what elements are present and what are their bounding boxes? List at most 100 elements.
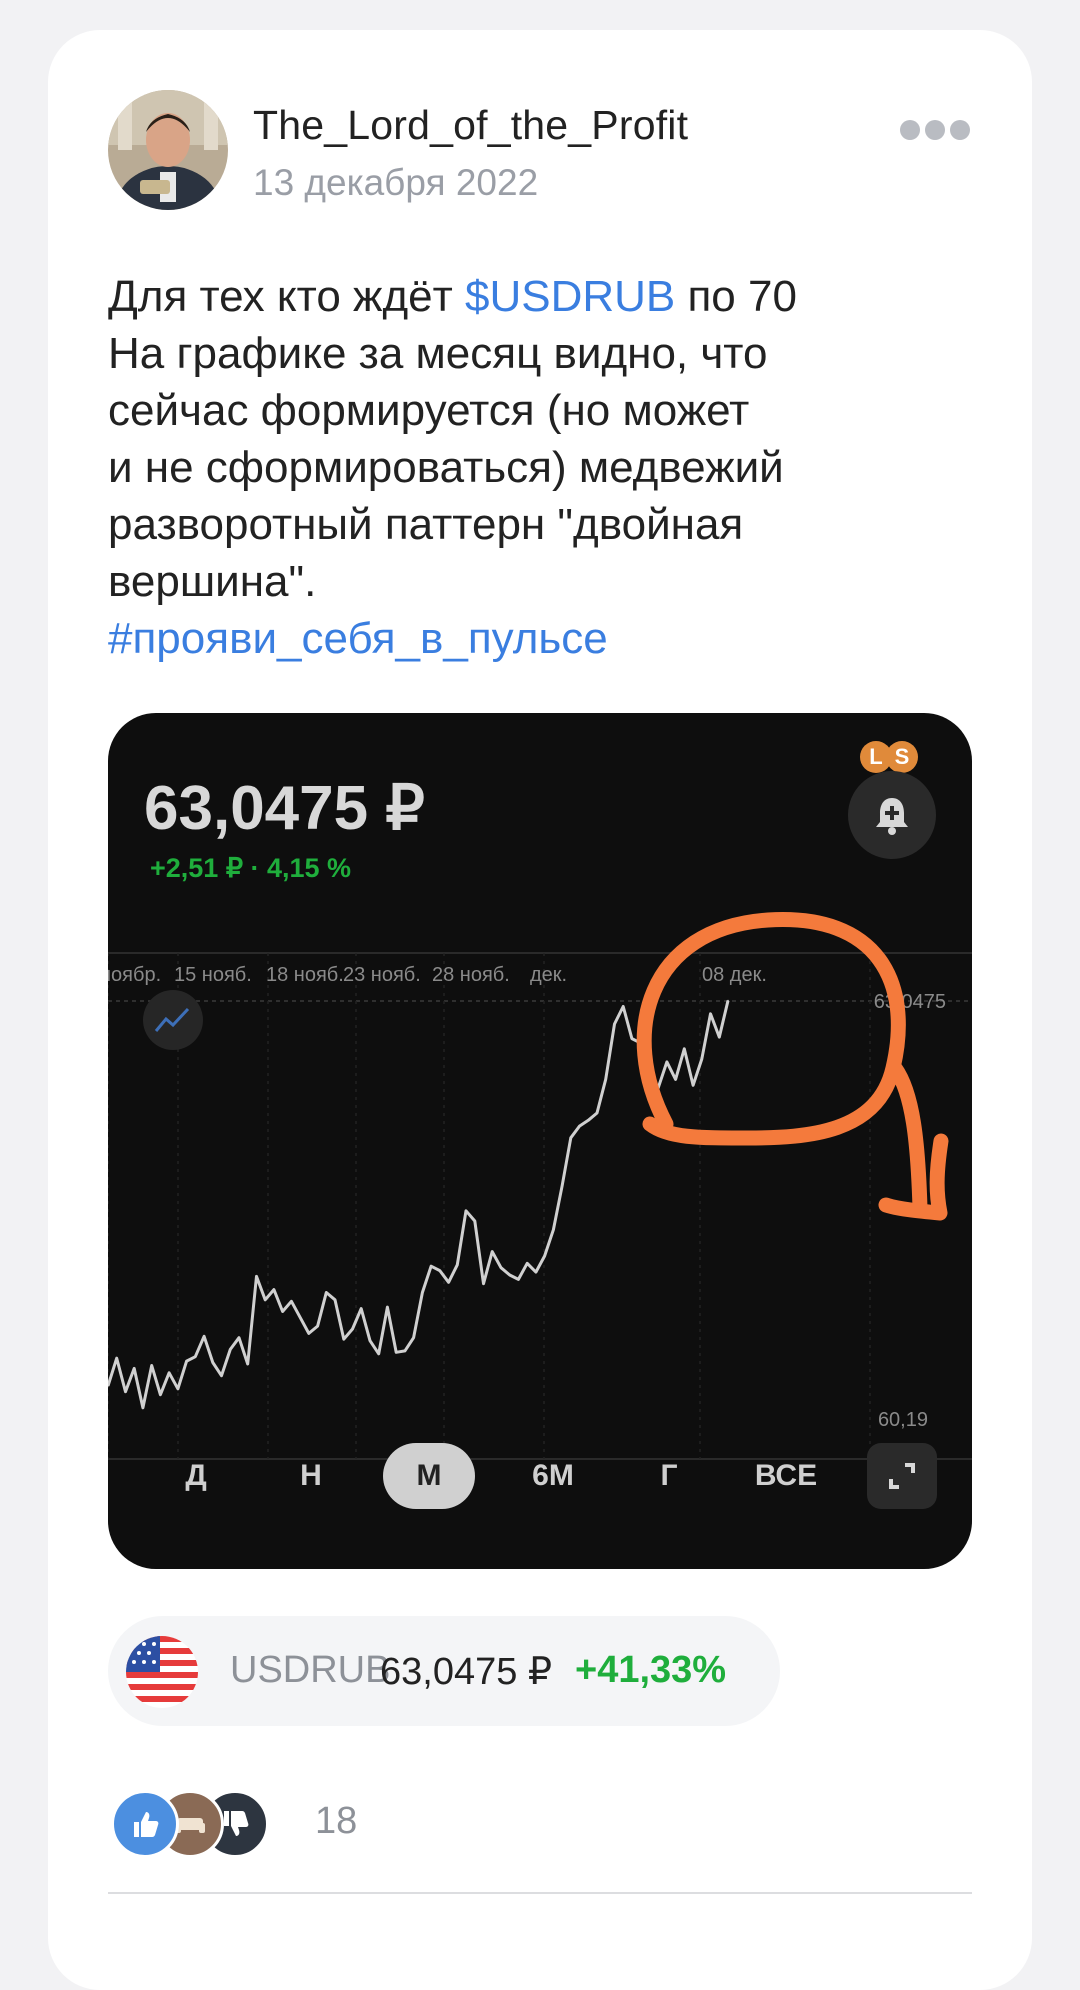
data-point xyxy=(273,1288,275,1291)
data-point xyxy=(604,1078,607,1081)
data-point xyxy=(369,1339,371,1342)
x-tick-label: 23 нояб. xyxy=(343,964,421,986)
author-name[interactable]: The_Lord_of_the_Profit xyxy=(253,102,688,149)
data-point xyxy=(142,1407,144,1409)
data-point xyxy=(159,1393,162,1396)
data-point xyxy=(701,1058,703,1060)
more-dot-icon xyxy=(900,120,920,140)
data-point xyxy=(281,1310,284,1313)
data-point xyxy=(613,1023,616,1025)
data-point xyxy=(386,1306,389,1308)
post-text-line: На графике за месяц видно, что xyxy=(108,329,768,378)
data-point xyxy=(351,1328,354,1330)
data-point xyxy=(343,1338,345,1340)
data-point xyxy=(482,1282,485,1285)
data-point xyxy=(500,1266,502,1269)
fullscreen-button[interactable] xyxy=(867,1443,937,1509)
instrument-chip[interactable]: USDRUB 63,0475 ₽ +41,33% xyxy=(108,1616,780,1726)
data-point xyxy=(290,1300,293,1303)
expand-icon xyxy=(889,1463,915,1489)
post-text-line: разворотный паттерн "двойная xyxy=(108,500,744,549)
footer-divider xyxy=(108,1892,972,1894)
data-point xyxy=(683,1048,686,1050)
data-point xyxy=(360,1307,362,1310)
data-point xyxy=(377,1353,380,1355)
timeframe-day[interactable]: Д xyxy=(163,1443,229,1509)
x-tick-label: ноябр. xyxy=(108,964,161,986)
post-text-fragment: Для тех кто ждёт xyxy=(108,272,465,321)
data-point xyxy=(115,1357,118,1359)
data-point xyxy=(168,1372,170,1374)
more-options-button[interactable] xyxy=(900,115,980,145)
timeframe-6m[interactable]: 6М xyxy=(513,1443,593,1509)
data-point xyxy=(622,1005,624,1008)
data-point xyxy=(412,1336,415,1339)
timeframe-bar: Д Н М 6М Г ВСЕ xyxy=(108,1443,972,1569)
post-text-line: и не сформироваться) медвежий xyxy=(108,443,784,492)
data-point xyxy=(474,1220,476,1222)
data-point xyxy=(535,1271,537,1273)
indicator-button[interactable] xyxy=(143,990,203,1050)
data-point xyxy=(674,1078,677,1081)
data-point xyxy=(631,1037,633,1040)
post-text-line: вершина". xyxy=(108,557,317,606)
data-point xyxy=(456,1264,459,1266)
data-point xyxy=(325,1291,328,1294)
data-point xyxy=(561,1185,563,1187)
chart-screenshot[interactable]: 63,0475 ₽ +2,51 ₽ · 4,15 % L S ноябр.15 … xyxy=(108,713,972,1569)
thumbs-up-icon xyxy=(111,1790,179,1858)
max-price-label: 63,0475 xyxy=(874,991,946,1013)
price-chart: ноябр. 15 нояб. 18 нояб.23 нояб. 28 нояб. де… xyxy=(108,912,972,1460)
timeframe-all[interactable]: ВСЕ xyxy=(736,1443,836,1509)
hashtag-link[interactable]: #прояви_себя_в_пульсе xyxy=(108,610,988,667)
post-date: 13 декабря 2022 xyxy=(253,162,539,203)
timeframe-week[interactable]: Н xyxy=(278,1443,344,1509)
data-point xyxy=(185,1360,188,1362)
data-point xyxy=(255,1275,258,1278)
data-point xyxy=(718,1036,721,1038)
reactions-count: 18 xyxy=(315,1800,358,1842)
data-point xyxy=(709,1013,712,1015)
data-point xyxy=(491,1250,494,1253)
data-point xyxy=(421,1291,424,1294)
author-avatar[interactable] xyxy=(108,90,228,210)
data-point xyxy=(395,1351,398,1354)
x-tick-label: дек. xyxy=(530,964,567,986)
more-dot-icon xyxy=(950,120,970,140)
data-point xyxy=(578,1125,581,1127)
data-point xyxy=(404,1350,406,1352)
data-point xyxy=(177,1388,179,1390)
timeframe-year[interactable]: Г xyxy=(636,1443,702,1509)
data-point xyxy=(246,1363,249,1365)
reactions-group[interactable] xyxy=(111,1790,291,1858)
timeframe-month[interactable]: М xyxy=(383,1443,475,1509)
data-point xyxy=(570,1137,572,1139)
data-point xyxy=(587,1119,590,1122)
data-point xyxy=(439,1269,441,1272)
ticker-link[interactable]: $USDRUB xyxy=(465,272,675,321)
avatar-image xyxy=(108,90,228,210)
data-point xyxy=(220,1374,223,1377)
data-point xyxy=(299,1316,301,1319)
data-point xyxy=(212,1361,214,1364)
data-point xyxy=(133,1367,135,1370)
data-point xyxy=(334,1299,336,1301)
data-point xyxy=(727,999,729,1002)
post-text-line: Для тех кто ждёт $USDRUB по 70 xyxy=(108,268,988,325)
min-price-label: 60,19 xyxy=(878,1409,928,1431)
data-point xyxy=(508,1274,511,1276)
data-point xyxy=(264,1299,266,1301)
data-point xyxy=(238,1336,240,1339)
data-point xyxy=(465,1210,467,1212)
us-flag-icon xyxy=(126,1636,198,1708)
data-point xyxy=(526,1262,528,1265)
instrument-ticker: USDRUB xyxy=(230,1649,391,1691)
x-tick-label: 08 дек. xyxy=(702,964,767,986)
instrument-change: +41,33% xyxy=(575,1649,727,1691)
series-line xyxy=(108,1000,730,1410)
instrument-price: 63,0475 ₽ xyxy=(380,1651,553,1693)
data-point xyxy=(596,1112,598,1114)
data-point xyxy=(194,1355,197,1358)
post-text-fragment: по 70 xyxy=(675,272,797,321)
data-point xyxy=(543,1255,546,1257)
